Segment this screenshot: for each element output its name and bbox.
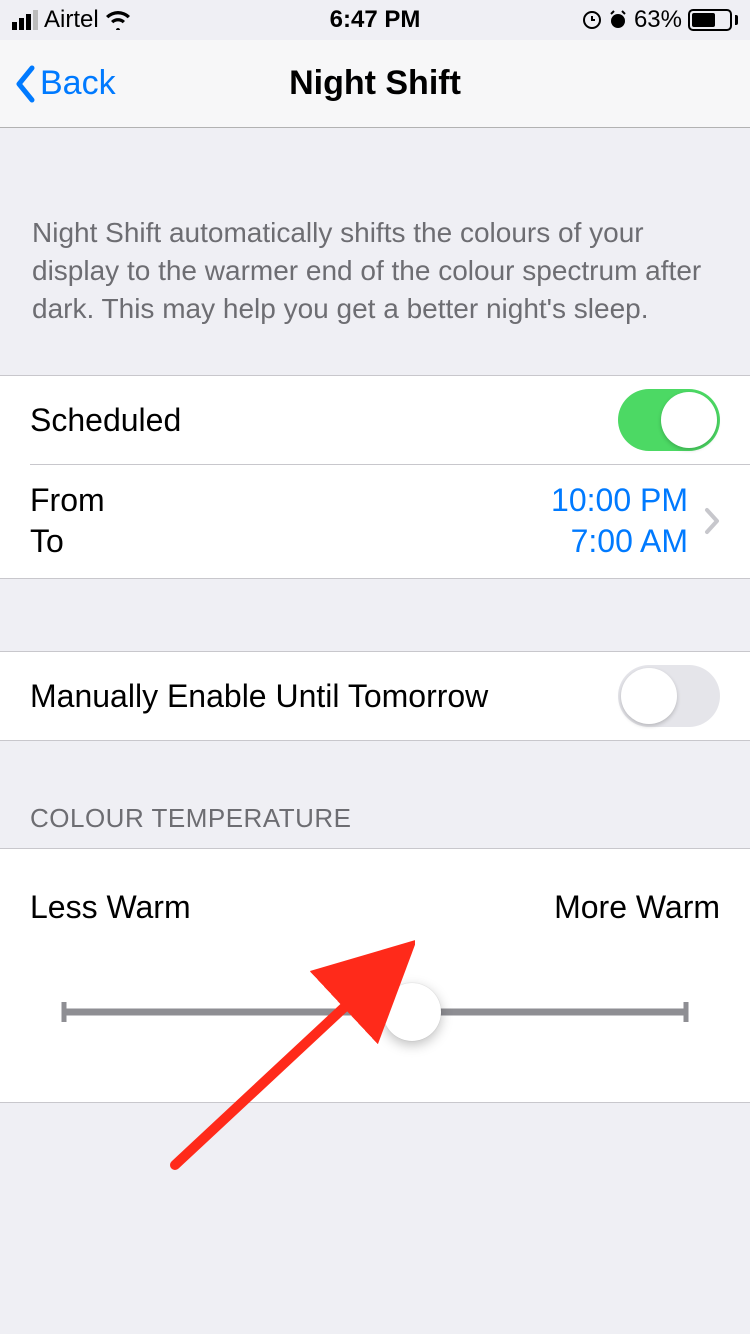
chevron-right-icon: [704, 507, 720, 535]
scheduled-row: Scheduled: [0, 376, 750, 464]
chevron-left-icon: [14, 65, 36, 103]
schedule-time-row[interactable]: From To 10:00 PM 7:00 AM: [0, 464, 750, 578]
night-shift-description: Night Shift automatically shifts the col…: [0, 128, 750, 375]
more-warm-label: More Warm: [554, 889, 720, 926]
status-bar: Airtel 6:47 PM 63%: [0, 0, 750, 40]
content: Night Shift automatically shifts the col…: [0, 128, 750, 1334]
to-label: To: [30, 523, 551, 560]
carrier-label: Airtel: [44, 6, 99, 34]
cellular-signal-icon: [12, 10, 38, 30]
manual-enable-row: Manually Enable Until Tomorrow: [0, 652, 750, 740]
status-left: Airtel: [12, 6, 131, 34]
manual-enable-label: Manually Enable Until Tomorrow: [30, 678, 618, 715]
schedule-group: Scheduled From To 10:00 PM 7:00 AM: [0, 375, 750, 579]
page-title: Night Shift: [289, 64, 461, 103]
back-label: Back: [40, 64, 116, 103]
status-right: 63%: [582, 6, 738, 34]
scheduled-toggle[interactable]: [618, 389, 720, 451]
navigation-bar: Back Night Shift: [0, 40, 750, 128]
manual-enable-toggle[interactable]: [618, 665, 720, 727]
scheduled-label: Scheduled: [30, 402, 618, 439]
colour-temperature-header: COLOUR TEMPERATURE: [0, 741, 750, 848]
alarm-icon: [608, 10, 628, 30]
back-button[interactable]: Back: [0, 64, 116, 103]
wifi-icon: [105, 10, 131, 30]
from-time: 10:00 PM: [551, 482, 688, 519]
battery-fill: [692, 13, 715, 27]
from-label: From: [30, 482, 551, 519]
temperature-group: Less Warm More Warm: [0, 848, 750, 1103]
temperature-slider[interactable]: [64, 982, 686, 1042]
status-time: 6:47 PM: [330, 6, 421, 34]
to-time: 7:00 AM: [571, 523, 688, 560]
less-warm-label: Less Warm: [30, 889, 191, 926]
rotation-lock-icon: [582, 10, 602, 30]
battery-icon: [688, 9, 738, 31]
manual-group: Manually Enable Until Tomorrow: [0, 651, 750, 741]
battery-percent: 63%: [634, 6, 682, 34]
